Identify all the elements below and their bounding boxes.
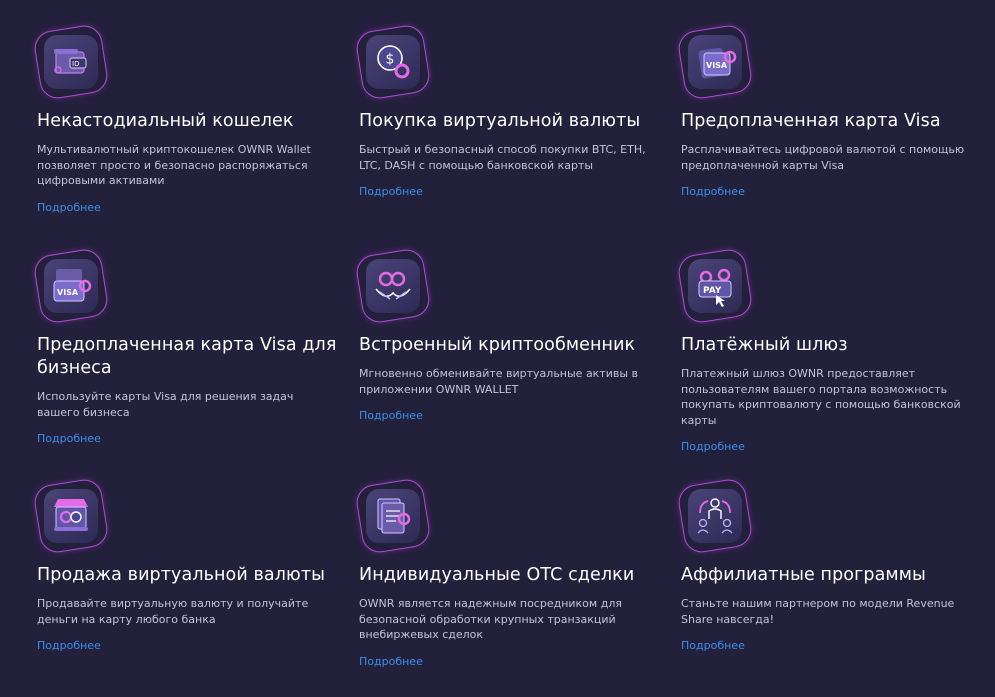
more-link[interactable]: Подробнее bbox=[359, 185, 423, 198]
card-description: Мгновенно обменивайте виртуальные активы… bbox=[359, 367, 639, 396]
card-description: Станьте нашим партнером по модели Revenu… bbox=[681, 597, 955, 626]
card-title: Платёжный шлюз bbox=[681, 335, 848, 355]
feature-card-exchange: Встроенный криптообменник Мгновенно обме… bbox=[354, 247, 659, 423]
more-link[interactable]: Подробнее bbox=[37, 432, 101, 445]
card-title: Продажа виртуальной валюты bbox=[37, 565, 326, 585]
card-title: Предоплаченная карта Visa bbox=[681, 111, 941, 131]
svg-text:ID: ID bbox=[72, 60, 79, 68]
card-description: Используйте карты Visa для решения задач… bbox=[37, 390, 294, 419]
card-description: Платежный шлюз OWNR предоставляет пользо… bbox=[681, 367, 961, 427]
otc-document-icon bbox=[354, 477, 432, 555]
svg-text:$: $ bbox=[386, 52, 395, 68]
more-link[interactable]: Подробнее bbox=[359, 409, 423, 422]
more-link[interactable]: Подробнее bbox=[681, 440, 745, 453]
store-sell-icon bbox=[32, 477, 110, 555]
card-description: Быстрый и безопасный способ покупки BTC,… bbox=[359, 143, 646, 172]
feature-card-prepaid-visa: VISA Предоплаченная карта Visa Расплачив… bbox=[676, 23, 981, 199]
card-title: Некастодиальный кошелек bbox=[37, 111, 294, 131]
feature-card-wallet: ID Некастодиальный кошелек Мультивалютны… bbox=[32, 23, 337, 215]
crypto-exchange-icon bbox=[354, 247, 432, 325]
card-title: Предоплаченная карта Visa для бизнеса bbox=[37, 335, 337, 378]
pay-gateway-icon: PAY bbox=[676, 247, 754, 325]
pay-label: PAY bbox=[703, 286, 722, 296]
feature-card-business-visa: VISA Предоплаченная карта Visa для бизне… bbox=[32, 247, 337, 446]
affiliate-people-icon bbox=[676, 477, 754, 555]
visa-label: VISA bbox=[57, 288, 79, 297]
card-title: Покупка виртуальной валюты bbox=[359, 111, 641, 131]
visa-card-icon: VISA bbox=[676, 23, 754, 101]
feature-card-affiliate: Аффилиатные программы Станьте нашим парт… bbox=[676, 477, 981, 653]
card-description: Продавайте виртуальную валюту и получайт… bbox=[37, 597, 309, 626]
business-visa-card-icon: VISA bbox=[32, 247, 110, 325]
more-link[interactable]: Подробнее bbox=[681, 639, 745, 652]
card-title: Индивидуальные OTC сделки bbox=[359, 565, 635, 585]
feature-card-buy-crypto: $ Покупка виртуальной валюты Быстрый и б… bbox=[354, 23, 659, 199]
card-description: Расплачивайтесь цифровой валютой с помощ… bbox=[681, 143, 965, 172]
card-title: Встроенный криптообменник bbox=[359, 335, 636, 355]
feature-card-otc: Индивидуальные OTC сделки OWNR является … bbox=[354, 477, 659, 669]
more-link[interactable]: Подробнее bbox=[37, 639, 101, 652]
more-link[interactable]: Подробнее bbox=[37, 201, 101, 214]
more-link[interactable]: Подробнее bbox=[681, 185, 745, 198]
visa-label: VISA bbox=[706, 61, 728, 70]
feature-card-pay-gateway: PAY Платёжный шлюз Платежный шлюз OWNR п… bbox=[676, 247, 981, 454]
feature-card-sell-crypto: Продажа виртуальной валюты Продавайте ви… bbox=[32, 477, 337, 653]
wallet-icon: ID bbox=[32, 23, 110, 101]
card-title: Аффилиатные программы bbox=[681, 565, 926, 585]
more-link[interactable]: Подробнее bbox=[359, 655, 423, 668]
coin-dollar-icon: $ bbox=[354, 23, 432, 101]
card-description: Мультивалютный криптокошелек OWNR Wallet… bbox=[37, 143, 311, 187]
card-description: OWNR является надежным посредником для б… bbox=[359, 597, 622, 641]
